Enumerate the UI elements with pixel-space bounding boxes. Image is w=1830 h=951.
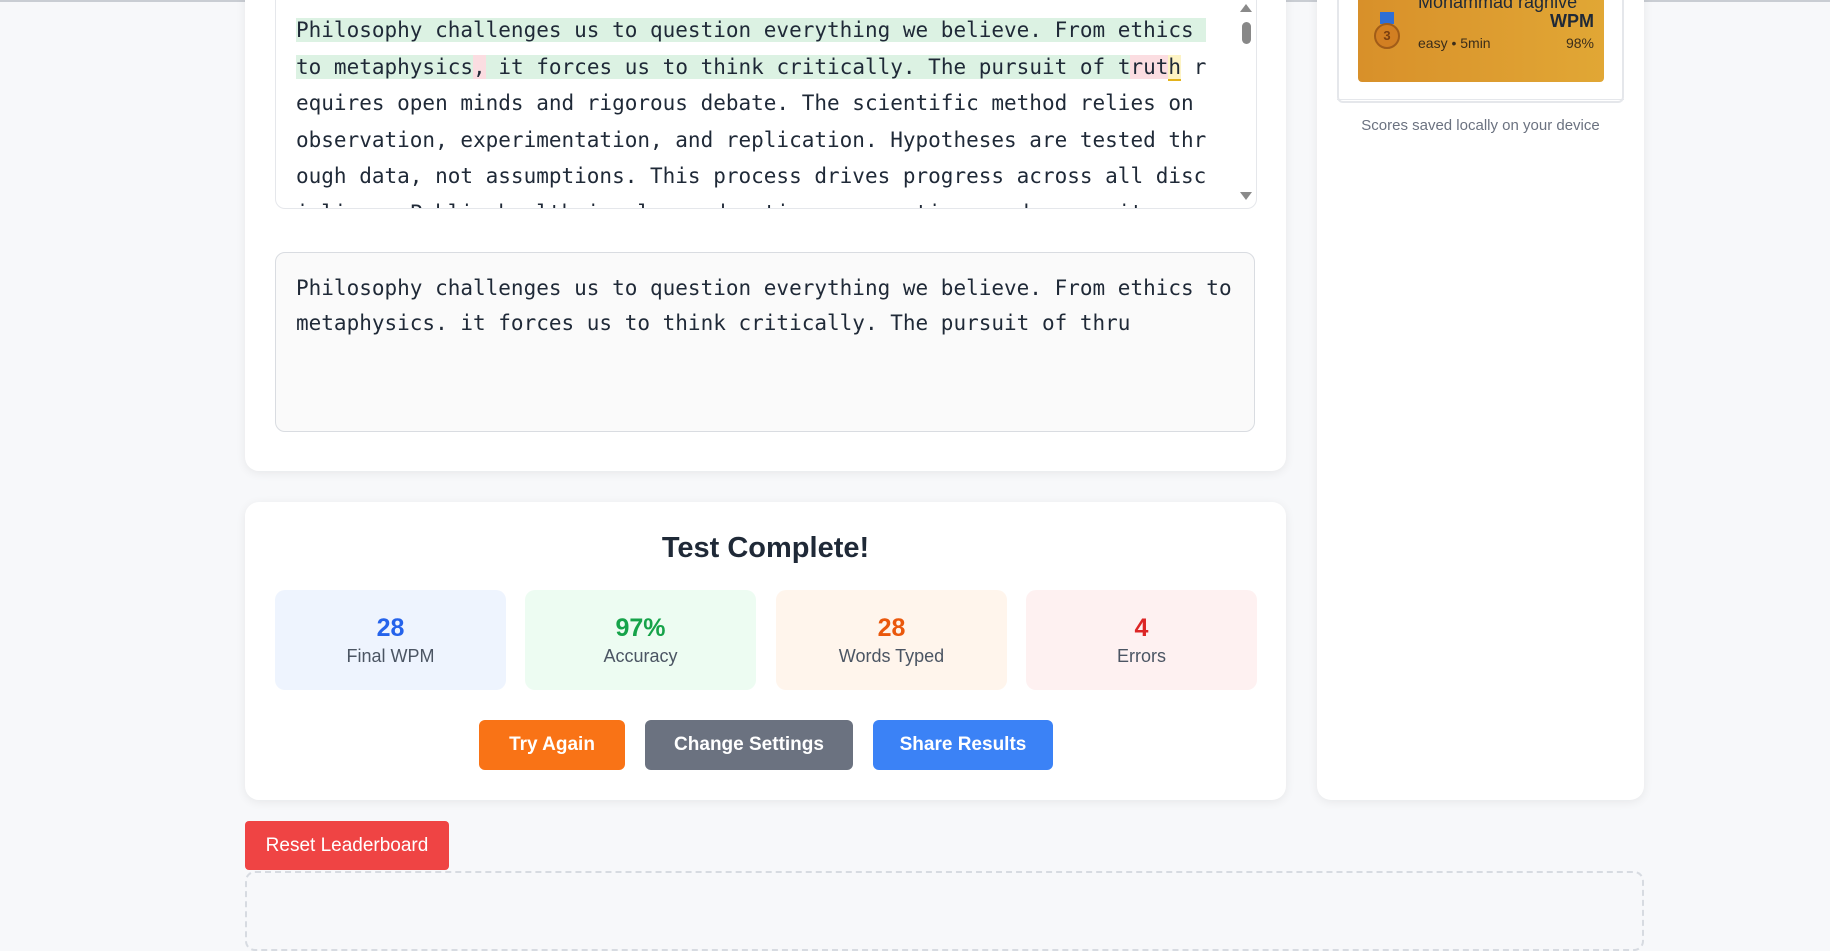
reset-leaderboard-button[interactable]: Reset Leaderboard: [245, 821, 449, 870]
leaderboard-entry: 3 Mohammad raghive easy • 5min WPM 98%: [1358, 0, 1604, 82]
passage-text: Philosophy challenges us to question eve…: [296, 12, 1218, 208]
leaderboard-meta: easy • 5min: [1418, 35, 1491, 51]
passage-correct-segment: it forces us to think critically. The pu…: [485, 54, 1131, 79]
passage-error-segment: rut: [1130, 54, 1169, 79]
stat-value: 4: [1134, 614, 1149, 642]
sidebar-divider: [1337, 99, 1624, 100]
stat-words-typed: 28 Words Typed: [776, 590, 1007, 690]
typing-test-card: Philosophy challenges us to question eve…: [245, 0, 1286, 471]
stat-label: Final WPM: [346, 646, 435, 666]
share-results-button[interactable]: Share Results: [873, 720, 1053, 770]
typing-input[interactable]: Philosophy challenges us to question eve…: [275, 252, 1255, 432]
passage-error-segment: ,: [473, 54, 486, 79]
stat-accuracy: 97% Accuracy: [525, 590, 756, 690]
dashed-placeholder-area: [245, 871, 1644, 951]
leaderboard-list: 3 Mohammad raghive easy • 5min WPM 98%: [1337, 0, 1624, 103]
leaderboard-sidebar: 3 Mohammad raghive easy • 5min WPM 98% S…: [1317, 0, 1644, 800]
scrollbar-thumb[interactable]: [1242, 22, 1251, 44]
stat-errors: 4 Errors: [1026, 590, 1257, 690]
stat-value: 97%: [615, 614, 666, 642]
scroll-down-arrow-icon[interactable]: [1240, 192, 1252, 200]
stat-value: 28: [376, 614, 405, 642]
stat-label: Errors: [1117, 646, 1166, 666]
stat-label: Accuracy: [603, 646, 678, 666]
leaderboard-accuracy: 98%: [1565, 35, 1594, 51]
results-card: Test Complete! 28 Final WPM 97% Accuracy…: [245, 502, 1286, 800]
leaderboard-score: WPM: [1550, 11, 1594, 31]
scroll-up-arrow-icon[interactable]: [1240, 4, 1252, 12]
typing-input-value: Philosophy challenges us to question eve…: [296, 276, 1245, 335]
stat-value: 28: [877, 614, 906, 642]
passage-display: Philosophy challenges us to question eve…: [275, 0, 1257, 209]
bronze-medal-icon: 3: [1374, 23, 1400, 49]
results-title: Test Complete!: [661, 532, 870, 564]
change-settings-button[interactable]: Change Settings: [645, 720, 853, 770]
stat-label: Words Typed: [838, 646, 945, 666]
stat-final-wpm: 28 Final WPM: [275, 590, 506, 690]
scores-saved-note: Scores saved locally on your device: [1361, 117, 1600, 134]
try-again-button[interactable]: Try Again: [479, 720, 625, 770]
passage-scrollbar[interactable]: [1238, 0, 1256, 208]
passage-current-char: h: [1168, 54, 1182, 81]
